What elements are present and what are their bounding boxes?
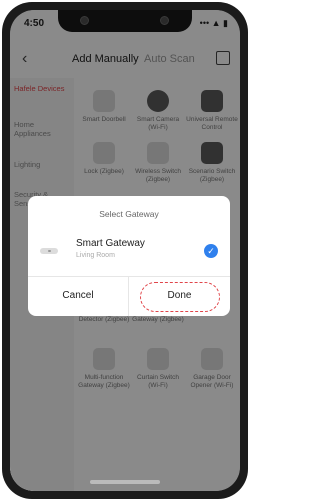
cancel-button[interactable]: Cancel	[28, 277, 129, 316]
gateway-name[interactable]: Smart Gateway	[76, 238, 145, 249]
dialog-buttons: Cancel Done	[28, 276, 230, 316]
phone-frame: 4:50 ••• ▲ ▮ ‹ Add Manually Auto Scan Ha…	[2, 2, 248, 499]
checkmark-icon[interactable]: ✓	[204, 244, 218, 258]
camera-icon	[80, 16, 89, 25]
done-button[interactable]: Done	[129, 277, 230, 316]
notch	[58, 10, 192, 32]
gateway-room: Living Room	[76, 252, 115, 259]
sensor-icon	[160, 16, 169, 25]
select-gateway-dialog: Select Gateway Smart Gateway Living Room…	[28, 196, 230, 316]
phone-bezel: 4:50 ••• ▲ ▮ ‹ Add Manually Auto Scan Ha…	[10, 10, 240, 491]
app-screen: 4:50 ••• ▲ ▮ ‹ Add Manually Auto Scan Ha…	[10, 10, 240, 491]
gateway-device-icon	[40, 248, 58, 254]
home-indicator[interactable]	[90, 480, 160, 484]
dialog-title: Select Gateway	[99, 209, 159, 219]
